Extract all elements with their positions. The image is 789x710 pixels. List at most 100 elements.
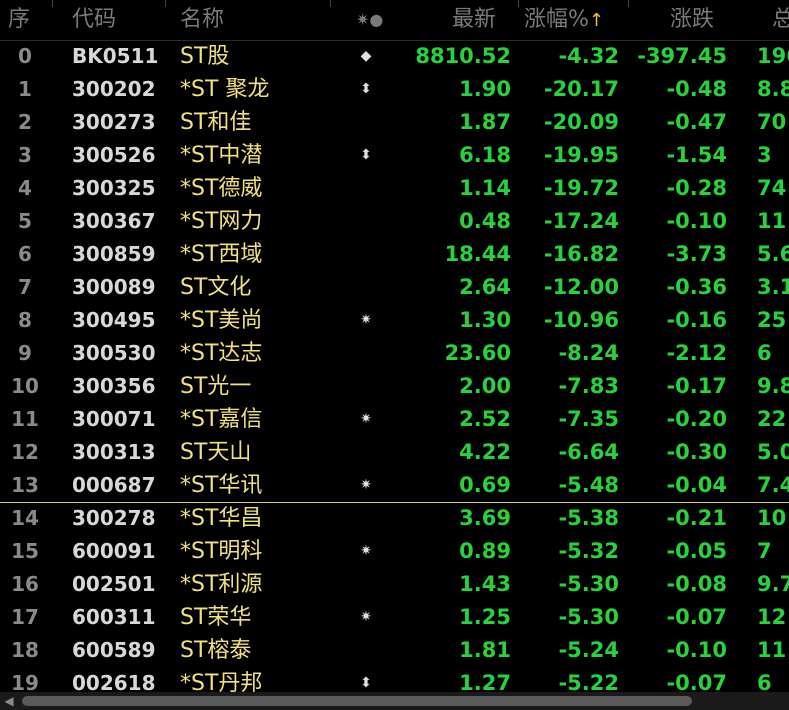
stock-name: *ST华昌	[180, 506, 263, 531]
stock-name: *ST华讯	[180, 473, 263, 498]
latest-price: 3.69	[459, 506, 511, 530]
latest-price: 1.87	[459, 110, 511, 134]
row-flag-icon: ✷	[360, 543, 372, 559]
stock-code: 300202	[72, 77, 156, 101]
section-divider	[0, 502, 789, 503]
stock-name: *ST德威	[180, 176, 263, 201]
change-percent: -5.30	[558, 605, 619, 629]
row-index: 7	[18, 275, 32, 299]
table-row[interactable]: 10 300356 ST光一 2.00 -7.83 -0.17 9.8	[0, 370, 789, 403]
row-flag-icon	[356, 502, 376, 535]
header-separator	[165, 0, 166, 7]
table-row[interactable]: 11 300071 *ST嘉信 ✷ 2.52 -7.35 -0.20 22	[0, 403, 789, 436]
latest-price: 4.22	[459, 440, 511, 464]
row-index: 14	[11, 506, 39, 530]
row-flag-icon: ⬍	[360, 81, 372, 97]
extra-value: 6	[757, 341, 772, 365]
sort-ascending-icon: ↑	[588, 10, 604, 31]
extra-value: 7.4	[757, 473, 789, 497]
row-flag-icon	[356, 370, 376, 403]
stock-code: 300071	[72, 407, 156, 431]
latest-price: 2.00	[459, 374, 511, 398]
stock-code: 300356	[72, 374, 156, 398]
scroll-left-icon[interactable]: ◀	[2, 694, 16, 708]
table-row[interactable]: 16 002501 *ST利源 1.43 -5.30 -0.08 9.7	[0, 568, 789, 601]
latest-price: 8810.52	[415, 44, 511, 68]
row-index: 9	[18, 341, 32, 365]
header-code[interactable]: 代码	[72, 0, 116, 40]
table-header: 序 代码 名称 ✷● 最新 涨幅%↑ 涨跌 总	[0, 0, 789, 41]
table-row[interactable]: 7 300089 ST文化 2.64 -12.00 -0.36 3.1	[0, 271, 789, 304]
table-row[interactable]: 15 600091 *ST明科 ✷ 0.89 -5.32 -0.05 7	[0, 535, 789, 568]
scroll-thumb[interactable]	[22, 696, 692, 706]
row-flag-icon	[356, 436, 376, 469]
stock-code: 300859	[72, 242, 156, 266]
latest-price: 1.43	[459, 572, 511, 596]
table-row[interactable]: 14 300278 *ST华昌 3.69 -5.38 -0.21 10	[0, 502, 789, 535]
extra-value: 8.8	[757, 77, 789, 101]
horizontal-scrollbar[interactable]: ◀	[0, 692, 789, 710]
table-row[interactable]: 3 300526 *ST中潜 ⬍ 6.18 -19.95 -1.54 3	[0, 139, 789, 172]
table-row[interactable]: 6 300859 *ST西域 18.44 -16.82 -3.73 5.6	[0, 238, 789, 271]
stock-name: *ST嘉信	[180, 407, 263, 432]
row-index: 11	[11, 407, 39, 431]
change-percent: -5.32	[558, 539, 619, 563]
extra-value: 25	[757, 308, 787, 332]
header-price[interactable]: 最新	[452, 0, 496, 40]
row-flag-icon	[356, 205, 376, 238]
stock-code: 300526	[72, 143, 156, 167]
latest-price: 2.52	[459, 407, 511, 431]
stock-name: ST文化	[180, 275, 252, 300]
row-index: 5	[18, 209, 32, 233]
stock-name: ST股	[180, 44, 230, 69]
header-name[interactable]: 名称	[180, 0, 224, 40]
table-row[interactable]: 13 000687 *ST华讯 ✷ 0.69 -5.48 -0.04 7.4	[0, 469, 789, 502]
header-pct-label: 涨幅%	[524, 7, 589, 32]
stock-name: ST和佳	[180, 110, 252, 135]
row-index: 3	[18, 143, 32, 167]
change-amount: -3.73	[666, 242, 727, 266]
change-amount: -0.10	[666, 638, 727, 662]
change-percent: -17.24	[543, 209, 619, 233]
table-row[interactable]: 8 300495 *ST美尚 ✷ 1.30 -10.96 -0.16 25	[0, 304, 789, 337]
row-flag-icon	[356, 568, 376, 601]
table-row[interactable]: 5 300367 *ST网力 0.48 -17.24 -0.10 11	[0, 205, 789, 238]
header-separator	[628, 0, 629, 7]
table-row[interactable]: 1 300202 *ST 聚龙 ⬍ 1.90 -20.17 -0.48 8.8	[0, 73, 789, 106]
row-index: 17	[11, 605, 39, 629]
header-change[interactable]: 涨跌	[670, 0, 714, 40]
table-row[interactable]: 2 300273 ST和佳 1.87 -20.09 -0.47 70	[0, 106, 789, 139]
table-row[interactable]: 12 300313 ST天山 4.22 -6.64 -0.30 5.0	[0, 436, 789, 469]
table-row[interactable]: 0 BK0511 ST股 ◆ 8810.52 -4.32 -397.45 196	[0, 40, 789, 73]
header-flags[interactable]: ✷●	[356, 0, 383, 40]
row-flag-icon: ✷	[360, 312, 372, 328]
extra-value: 9.7	[757, 572, 789, 596]
change-percent: -12.00	[543, 275, 619, 299]
table-row[interactable]: 4 300325 *ST德威 1.14 -19.72 -0.28 74	[0, 172, 789, 205]
latest-price: 1.90	[459, 77, 511, 101]
change-amount: -0.04	[666, 473, 727, 497]
stock-code: 300495	[72, 308, 156, 332]
stock-code: 600091	[72, 539, 156, 563]
change-percent: -19.72	[543, 176, 619, 200]
change-percent: -20.09	[543, 110, 619, 134]
extra-value: 22	[757, 407, 787, 431]
row-index: 15	[11, 539, 39, 563]
stock-code: 300278	[72, 506, 156, 530]
change-percent: -7.83	[558, 374, 619, 398]
table-row[interactable]: 18 600589 ST榕泰 1.81 -5.24 -0.10 11	[0, 634, 789, 667]
row-flag-icon: ◆	[360, 48, 372, 64]
row-index: 13	[11, 473, 39, 497]
header-pct[interactable]: 涨幅%↑	[524, 0, 604, 40]
change-percent: -19.95	[543, 143, 619, 167]
header-index[interactable]: 序	[8, 0, 30, 40]
extra-value: 12	[757, 605, 787, 629]
stock-name: *ST西域	[180, 242, 263, 267]
row-index: 8	[18, 308, 32, 332]
table-row[interactable]: 17 600311 ST荣华 ✷ 1.25 -5.30 -0.07 12	[0, 601, 789, 634]
stock-name: ST光一	[180, 374, 252, 399]
table-row[interactable]: 9 300530 *ST达志 23.60 -8.24 -2.12 6	[0, 337, 789, 370]
change-amount: -0.47	[666, 110, 727, 134]
header-extra[interactable]: 总	[772, 0, 789, 40]
header-separator	[330, 0, 331, 7]
